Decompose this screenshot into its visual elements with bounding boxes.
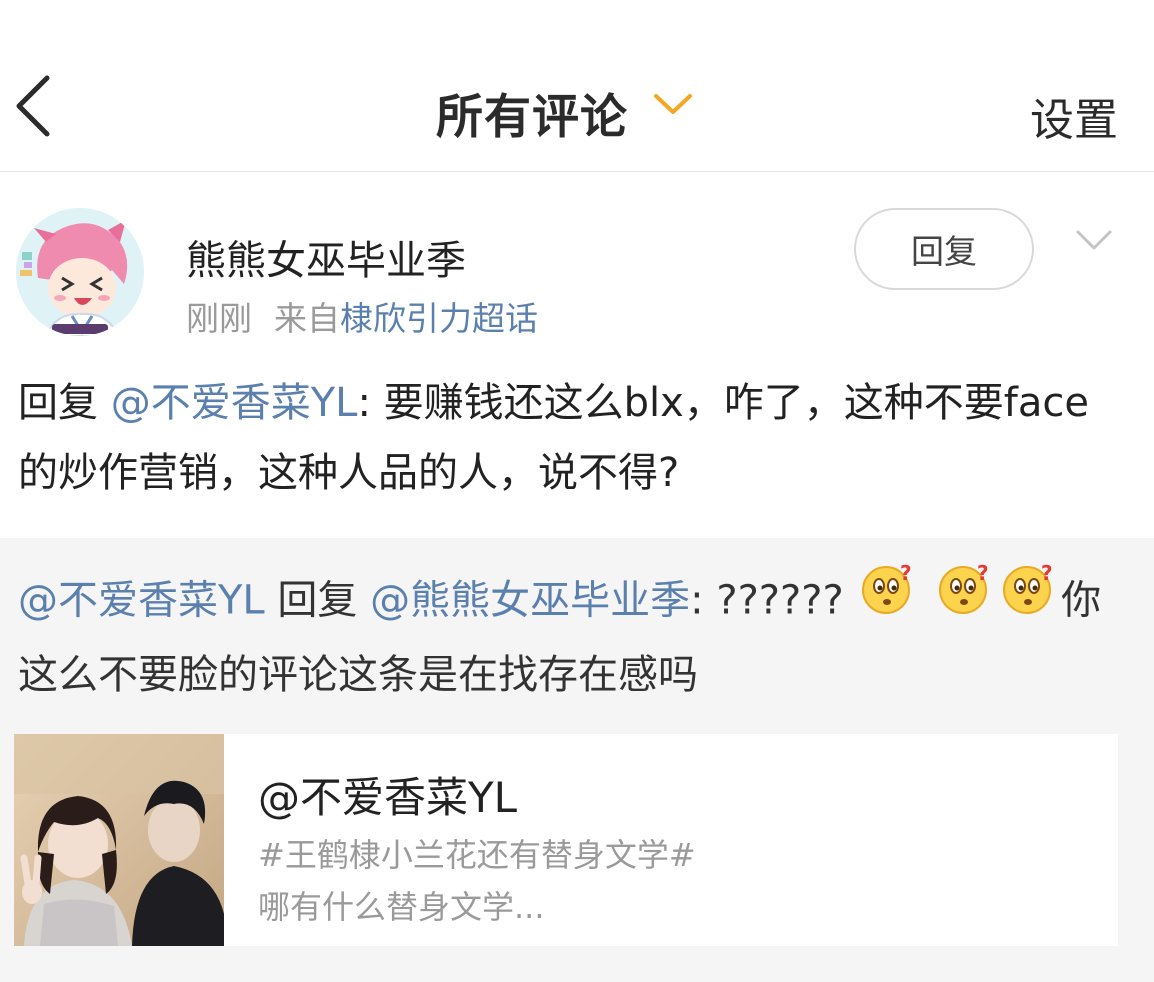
source-link[interactable]: 棣欣引力超话	[340, 299, 538, 338]
confused-face-icon: ?	[860, 560, 916, 637]
card-topic-tag: #王鹤棣小兰花还有替身文学#	[258, 836, 696, 874]
reply-text: @不爱香菜YL 回复 @熊熊女巫毕业季: ?????? ? ? ? 你这么不要脸…	[18, 561, 1138, 709]
username[interactable]: 熊熊女巫毕业季	[186, 228, 466, 286]
original-post-card[interactable]: @不爱香菜YL #王鹤棣小兰花还有替身文学# 哪有什么替身文学...	[14, 734, 1118, 946]
reply-text-start: : ??????	[690, 577, 844, 624]
chevron-down-icon[interactable]	[1074, 226, 1114, 254]
card-title: @不爱香菜YL	[258, 773, 518, 822]
confused-face-icon: ?	[1001, 560, 1057, 637]
reply-target-link[interactable]: @熊熊女巫毕业季	[370, 578, 690, 624]
mention-link[interactable]: @不爱香菜YL	[111, 380, 358, 426]
svg-text:?: ?	[977, 561, 989, 585]
card-description: 哪有什么替身文学...	[258, 888, 545, 926]
page-title[interactable]: 所有评论	[436, 78, 628, 147]
timestamp: 刚刚	[186, 299, 252, 338]
anime-avatar-image	[16, 208, 144, 336]
reply-button[interactable]: 回复	[854, 208, 1034, 290]
chevron-down-icon[interactable]	[652, 90, 694, 118]
reply-prefix: 回复	[18, 380, 111, 426]
back-arrow-icon	[16, 75, 50, 137]
reply-author-link[interactable]: @不爱香菜YL	[18, 578, 265, 624]
svg-text:?: ?	[1041, 561, 1053, 585]
avatar[interactable]	[16, 208, 144, 336]
back-button[interactable]	[6, 70, 60, 142]
settings-button[interactable]: 设置	[1030, 84, 1118, 148]
post-photo-image	[14, 734, 224, 946]
confused-face-icon: ?	[937, 560, 993, 637]
top-nav-bar: 所有评论 设置	[0, 0, 1154, 172]
reply-section: @不爱香菜YL 回复 @熊熊女巫毕业季: ?????? ? ? ? 你这么不要脸…	[0, 538, 1154, 982]
reply-word: 回复	[264, 577, 371, 624]
comment-item: 熊熊女巫毕业季 刚刚 来自棣欣引力超话 回复 回复 @不爱香菜YL: 要赚钱还这么…	[0, 172, 1154, 538]
svg-text:?: ?	[900, 561, 912, 585]
post-thumbnail	[14, 734, 224, 946]
comment-text: 回复 @不爱香菜YL: 要赚钱还这么blx，咋了，这种不要face的炒作营销，这…	[18, 368, 1128, 508]
source-prefix: 来自	[274, 299, 340, 338]
comment-meta: 刚刚 来自棣欣引力超话	[186, 292, 538, 340]
